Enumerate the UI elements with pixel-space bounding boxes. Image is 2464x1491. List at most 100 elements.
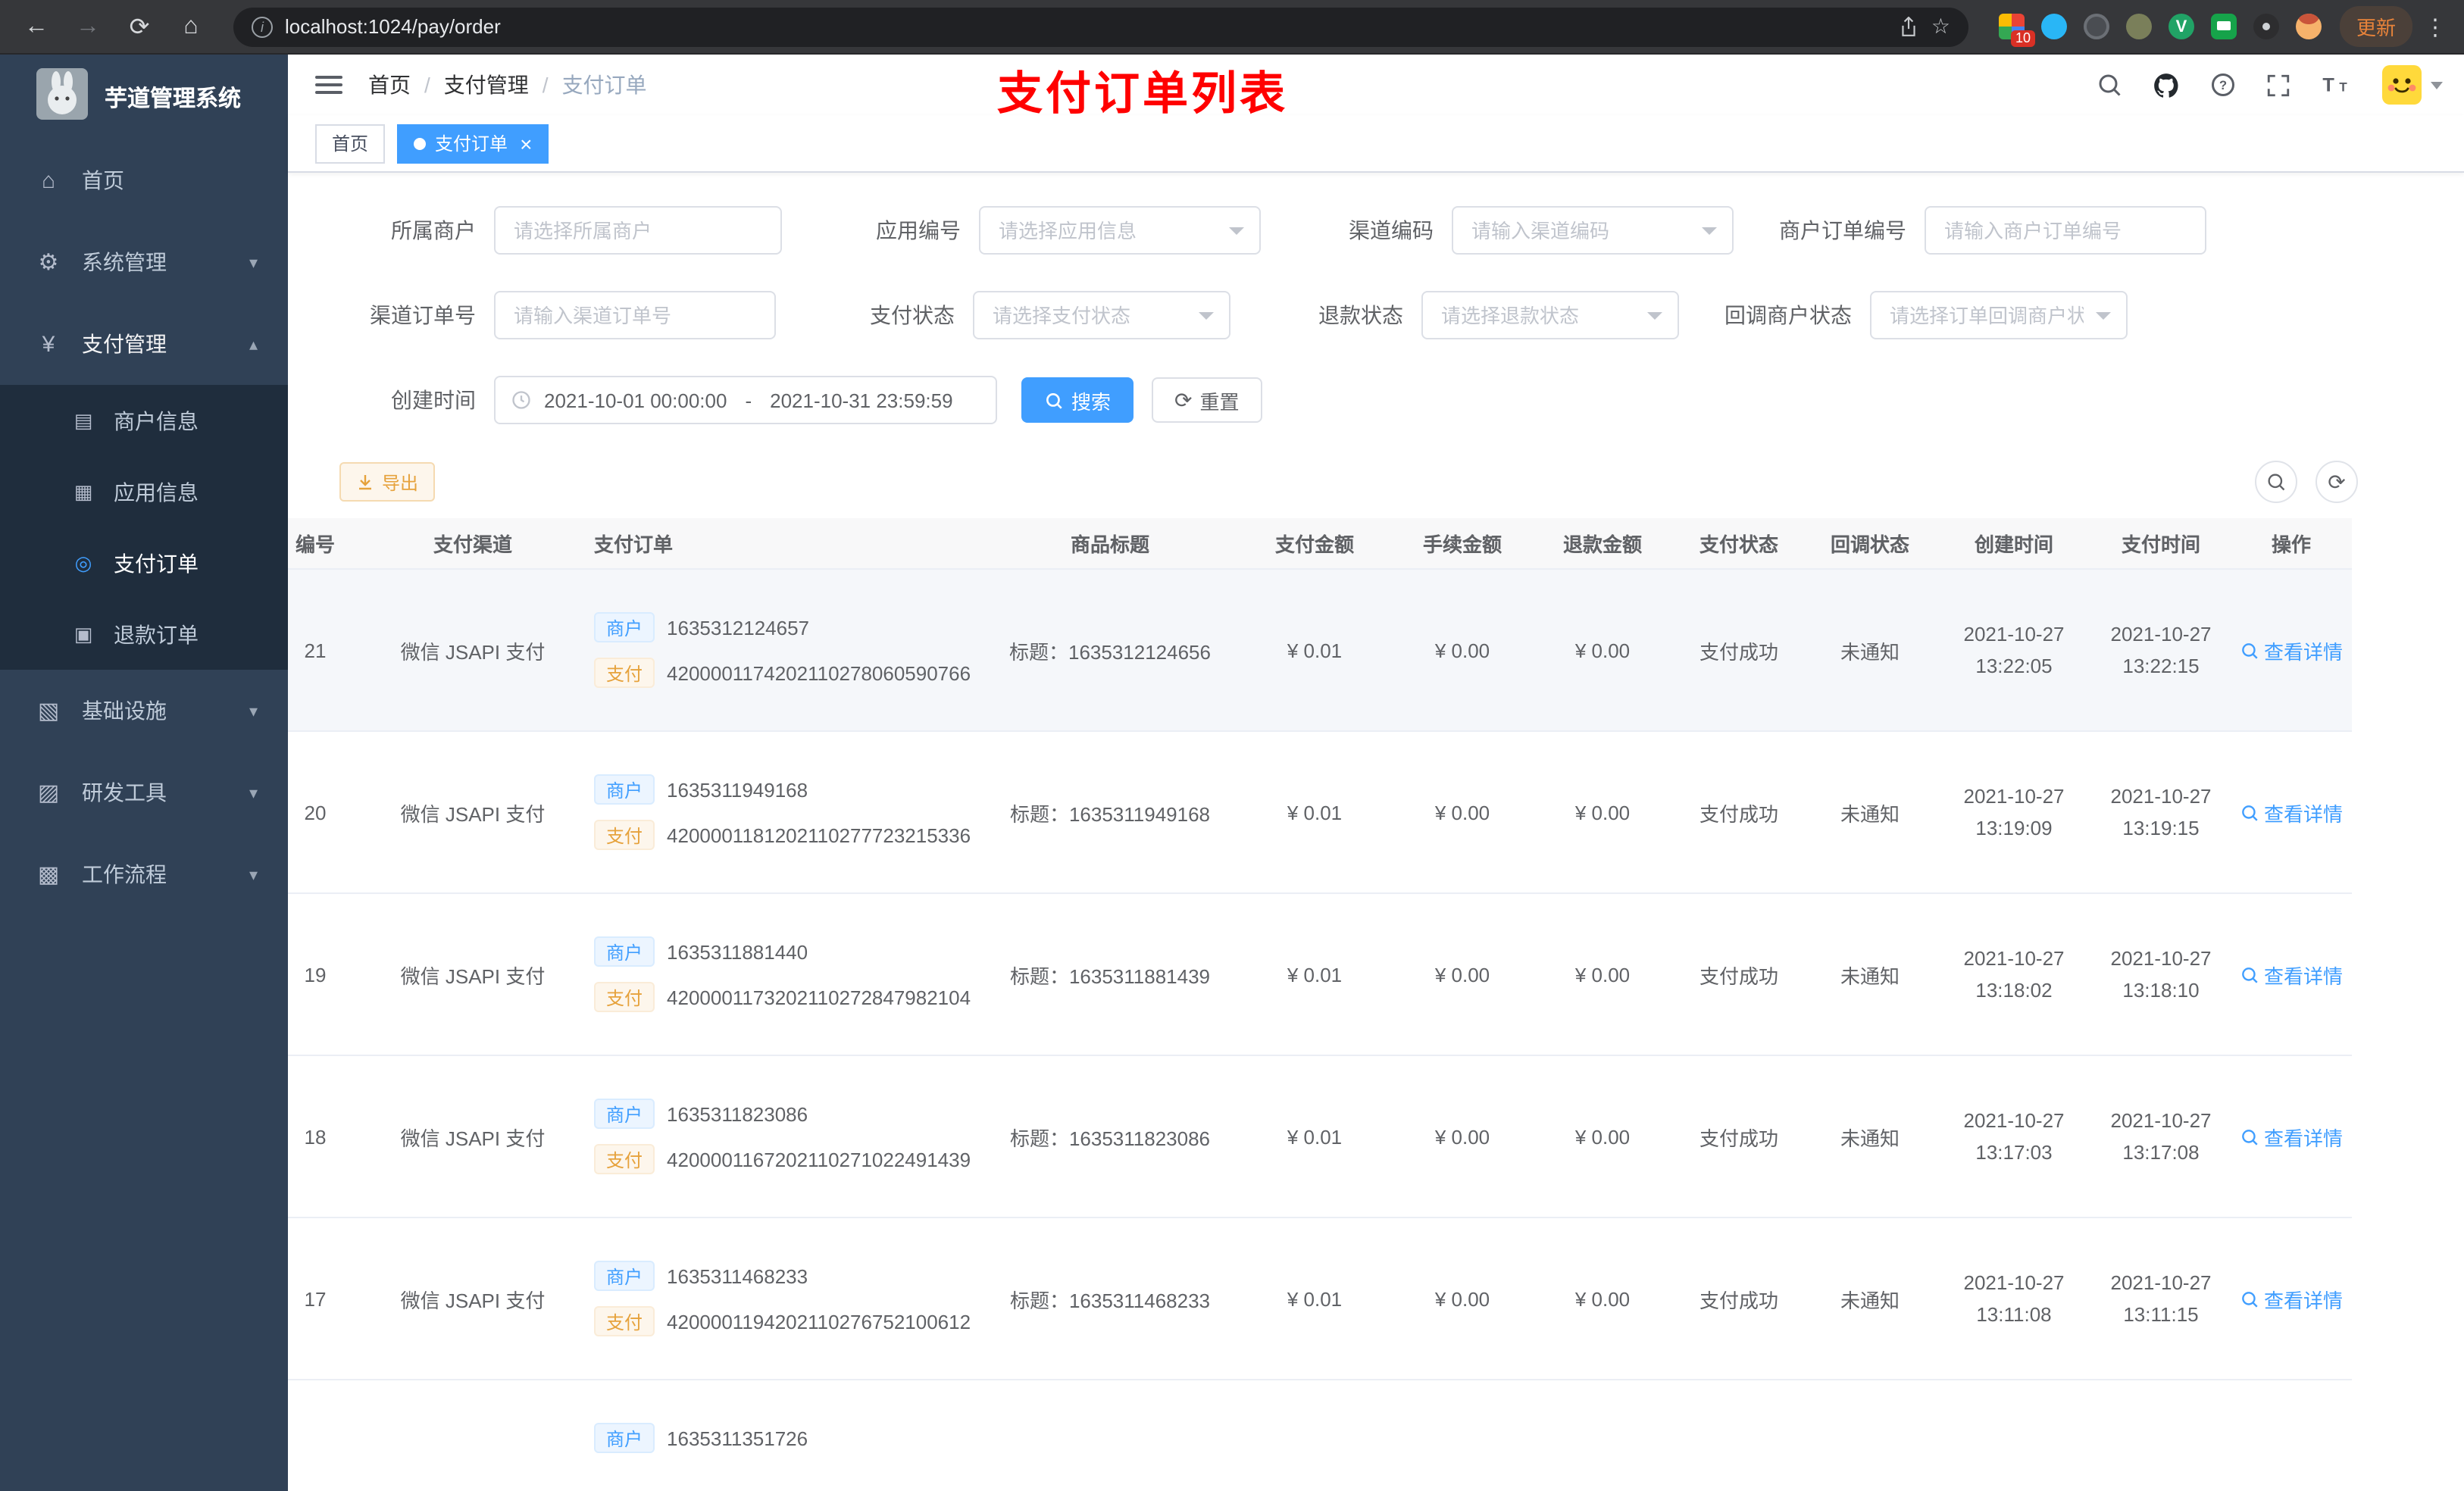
merchant-tag: 商户 — [594, 1099, 655, 1129]
pay-order-line: 支付 4200001167202110271022491439 — [594, 1144, 971, 1174]
fullscreen-icon[interactable] — [2265, 72, 2291, 98]
browser-menu-icon[interactable]: ⋮ — [2422, 13, 2449, 40]
app-id-select[interactable] — [979, 206, 1261, 255]
cell-pay-channel: 微信 JSAPI 支付 — [400, 1289, 546, 1311]
channel-order-no-input[interactable] — [494, 291, 776, 339]
bank-card-icon: ▤ — [73, 408, 93, 431]
tab-home[interactable]: 首页 — [315, 123, 386, 163]
cell-pay-status: 支付成功 — [1699, 964, 1778, 987]
sidebar-item-refund-order[interactable]: ▣ 退款订单 — [0, 599, 288, 670]
view-detail-link[interactable]: 查看详情 — [2240, 1122, 2343, 1151]
breadcrumb-home[interactable]: 首页 — [368, 70, 411, 100]
font-size-icon[interactable]: TT — [2320, 71, 2353, 98]
app-logo[interactable]: 芋道管理系统 — [0, 55, 288, 139]
pay-order-table: 编号 支付渠道 支付订单 商品标题 支付金额 手续金额 退款金额 支付状态 回调… — [288, 518, 2464, 1491]
refresh-button[interactable]: ⟳ — [2315, 461, 2358, 503]
search-button[interactable]: 搜索 — [1021, 377, 1134, 423]
cell-pay-channel: 微信 JSAPI 支付 — [400, 640, 546, 663]
export-button[interactable]: 导出 — [339, 462, 436, 502]
merchant-filter-input[interactable] — [494, 206, 782, 255]
help-icon[interactable]: ? — [2209, 71, 2237, 98]
sidebar-item-infra[interactable]: ▧ 基础设施 ▾ — [0, 670, 288, 752]
browser-profile-avatar[interactable] — [2295, 14, 2322, 39]
share-icon[interactable] — [1900, 16, 1919, 37]
filter-label: 应用编号 — [876, 218, 961, 242]
cell-pay-status: 支付成功 — [1699, 640, 1778, 663]
cell-pay-order: 商户 1635311468233 支付 42000011942021102767521… — [579, 1218, 985, 1379]
filter-label: 渠道编码 — [1349, 218, 1434, 242]
sidebar-item-home[interactable]: ⌂ 首页 — [0, 139, 288, 221]
home-icon[interactable]: ⌂ — [170, 5, 212, 48]
table-header-cell: 操作 — [2271, 533, 2311, 556]
pay-status-select[interactable] — [973, 291, 1230, 339]
view-detail-link[interactable]: 查看详情 — [2240, 1284, 2343, 1313]
back-icon[interactable]: ← — [15, 5, 58, 48]
view-detail-link[interactable]: 查看详情 — [2240, 798, 2343, 827]
cell-created-time: 2021-10-27 13:19:09 — [1963, 785, 2065, 839]
cell-fee-amount — [1394, 1380, 1531, 1491]
extension-icon[interactable] — [2125, 14, 2152, 39]
url-text: localhost:1024/pay/order — [285, 15, 501, 38]
breadcrumb: 首页 / 支付管理 / 支付订单 — [368, 70, 647, 100]
chevron-down-icon: ▾ — [249, 784, 258, 802]
site-info-icon[interactable]: i — [252, 16, 273, 37]
sidebar-item-label: 支付订单 — [114, 551, 199, 575]
monitor-icon: ▧ — [37, 699, 60, 724]
bookmark-star-icon[interactable]: ☆ — [1931, 14, 1950, 39]
merchant-tag: 商户 — [594, 1261, 655, 1291]
table-header-cell: 支付渠道 — [433, 533, 512, 556]
cell-product-title: 标题：1635312124656 — [1009, 640, 1211, 663]
sidebar-item-payment[interactable]: ¥ 支付管理 ▴ — [0, 303, 288, 385]
channel-code-select[interactable] — [1452, 206, 1734, 255]
refund-status-select[interactable] — [1421, 291, 1679, 339]
extension-icon[interactable] — [2253, 14, 2279, 39]
merchant-order-no-input[interactable] — [1925, 206, 2206, 255]
chevron-down-icon — [2431, 81, 2443, 89]
create-time-range-picker[interactable]: 2021-10-01 00:00:00 - 2021-10-31 23:59:5… — [494, 376, 997, 424]
extension-icon[interactable] — [2040, 14, 2067, 39]
view-detail-link[interactable]: 查看详情 — [2240, 960, 2343, 989]
forward-icon[interactable]: → — [67, 5, 109, 48]
pay-tag: 支付 — [594, 820, 655, 850]
cell-pay-order: 商户 1635312124657 支付 42000011742021102780605… — [579, 570, 985, 730]
reload-icon[interactable]: ⟳ — [118, 5, 161, 48]
close-icon[interactable]: × — [520, 133, 532, 154]
address-bar[interactable]: i localhost:1024/pay/order ☆ — [233, 7, 1968, 46]
sidebar-item-system[interactable]: ⚙ 系统管理 ▾ — [0, 221, 288, 303]
pay-order-no: 4200001167202110271022491439 — [667, 1148, 971, 1171]
cell-created-time — [1937, 1380, 2091, 1491]
cell-refund-amount: ¥ 0.00 — [1574, 639, 1631, 661]
sidebar-item-devtools[interactable]: ▨ 研发工具 ▾ — [0, 752, 288, 833]
notify-status-select[interactable] — [1870, 291, 2128, 339]
reset-button[interactable]: ⟳ 重置 — [1152, 377, 1262, 423]
breadcrumb-payment[interactable]: 支付管理 — [444, 70, 529, 100]
sidebar-item-app-info[interactable]: ▦ 应用信息 — [0, 456, 288, 527]
browser-update-button[interactable]: 更新 — [2339, 6, 2412, 47]
tab-pay-order[interactable]: 支付订单 × — [397, 123, 549, 163]
svg-text:T: T — [2322, 74, 2334, 95]
sidebar-item-workflow[interactable]: ▩ 工作流程 ▾ — [0, 833, 288, 915]
extension-icon[interactable] — [2083, 14, 2109, 39]
merchant-order-no: 1635311351726 — [667, 1427, 808, 1449]
sidebar-item-merchant-info[interactable]: ▤ 商户信息 — [0, 385, 288, 456]
search-icon[interactable] — [2096, 71, 2123, 98]
view-detail-link[interactable]: 查看详情 — [2240, 636, 2343, 664]
cell-refund-amount: ¥ 0.00 — [1574, 1125, 1631, 1148]
user-avatar[interactable] — [2382, 65, 2443, 105]
logo-image — [36, 67, 88, 127]
github-icon[interactable] — [2152, 70, 2181, 99]
extension-icon[interactable]: 10 — [1998, 14, 2035, 47]
cell-paid-time: 2021-10-27 13:19:15 — [2110, 785, 2212, 839]
screen: ← → ⟳ ⌂ i localhost:1024/pay/order ☆ 10 … — [0, 0, 2464, 1491]
cell-refund-amount: ¥ 0.00 — [1574, 1287, 1631, 1310]
cell-refund-amount: ¥ 0.00 — [1574, 963, 1631, 986]
sidebar-toggle-icon[interactable] — [315, 76, 342, 94]
extension-icon[interactable]: V — [2168, 14, 2194, 39]
merchant-order-line: 商户 1635311881440 — [594, 936, 808, 967]
table-toolbar: 导出 ⟳ — [339, 461, 2358, 503]
toggle-search-button[interactable] — [2255, 461, 2297, 503]
extension-icon[interactable] — [2210, 14, 2237, 39]
cell-product-title — [985, 1380, 1235, 1491]
table-row: 20 微信 JSAPI 支付 商户 1635311949168 支付 4200001181… — [288, 732, 2352, 894]
sidebar-item-pay-order[interactable]: ◎ 支付订单 — [0, 527, 288, 599]
